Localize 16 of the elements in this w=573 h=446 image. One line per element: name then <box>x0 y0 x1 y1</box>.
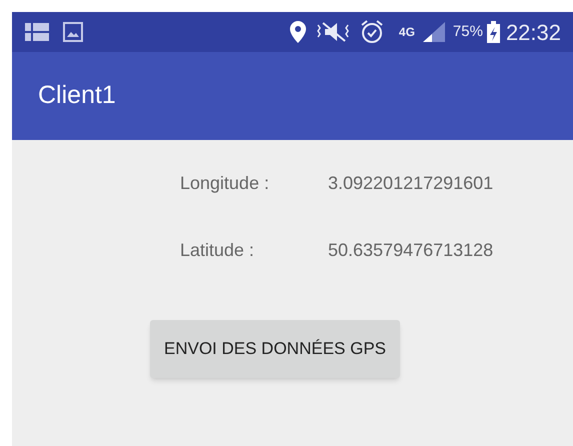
signal-icon <box>420 21 447 43</box>
app-title: Client1 <box>38 80 116 112</box>
clock-time: 22:32 <box>506 18 561 46</box>
field-label: Latitude : <box>180 239 256 262</box>
field-value: 3.092201217291601 <box>328 172 494 195</box>
send-gps-button[interactable]: ENVOI DES DONNÉES GPS <box>150 320 400 378</box>
app-notification-icon <box>24 21 50 43</box>
alarm-icon <box>358 19 385 45</box>
image-icon <box>62 21 84 43</box>
location-icon <box>288 20 307 44</box>
battery-percentage: 75% <box>452 22 483 42</box>
battery-charging-icon <box>486 21 500 43</box>
vibrate-off-icon <box>314 21 351 43</box>
network-type-label: 4G <box>398 26 415 38</box>
field-value: 50.63579476713128 <box>328 239 494 262</box>
field-label: Longitude : <box>180 172 270 195</box>
